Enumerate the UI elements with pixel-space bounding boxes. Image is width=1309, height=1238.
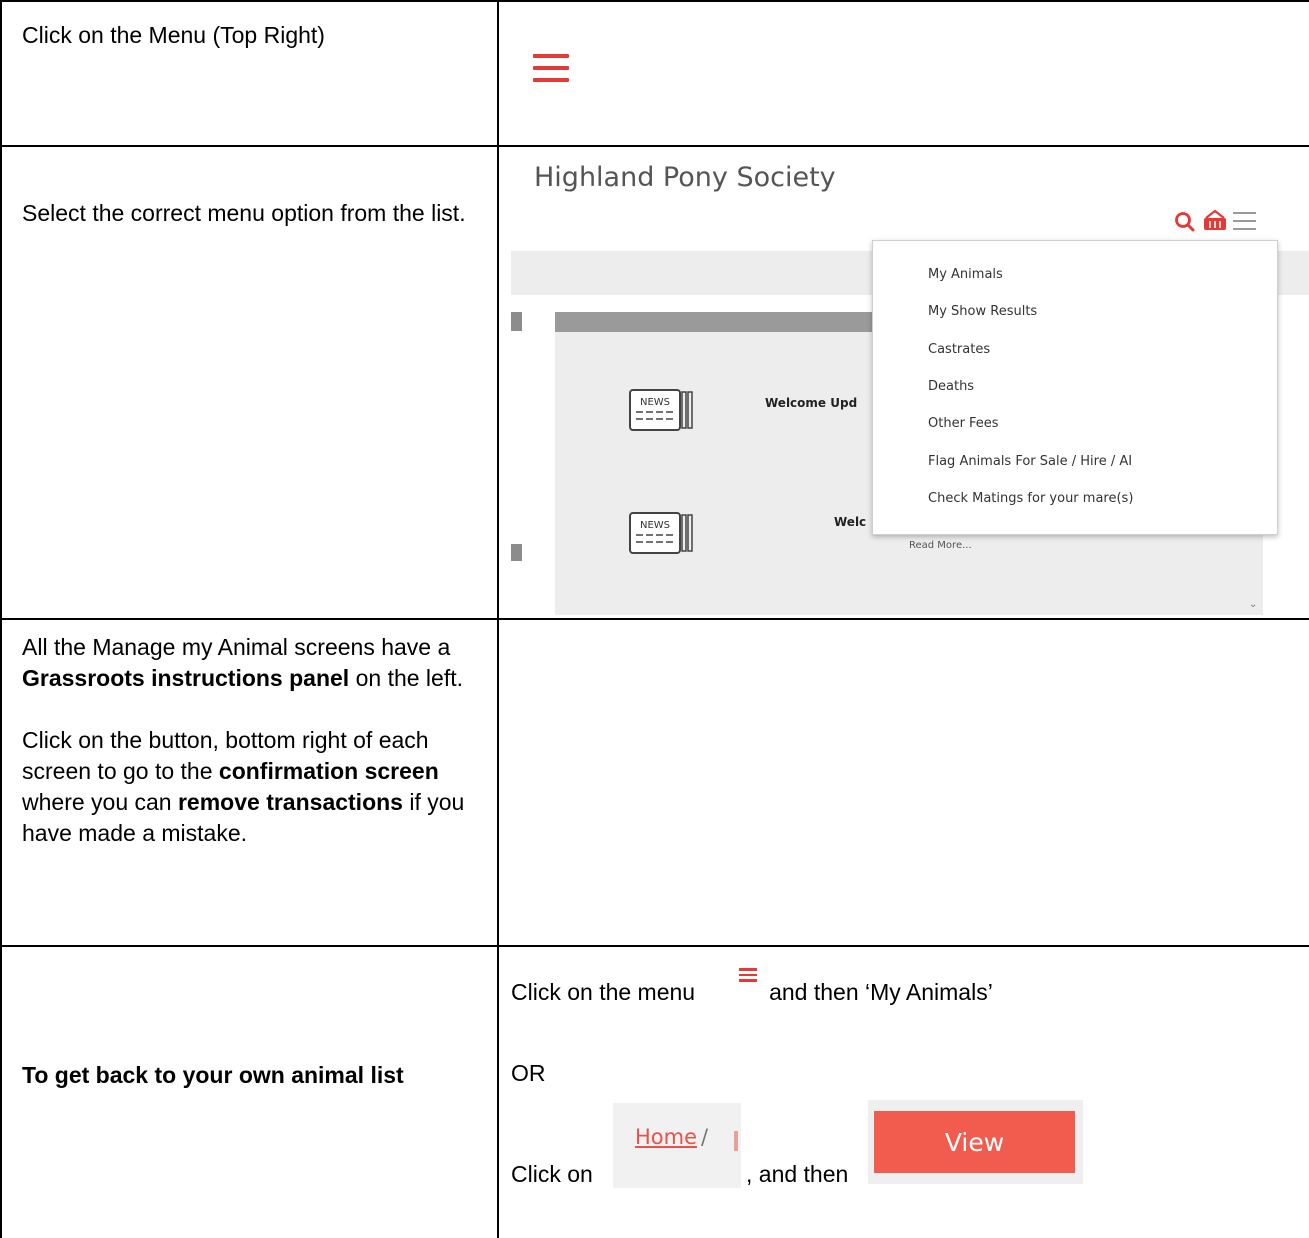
read-more-link[interactable]: Read More... [909,540,972,551]
hamburger-menu-icon[interactable] [533,54,569,82]
grassroots-paragraph: All the Manage my Animal screens have a … [22,634,464,691]
back-to-list-heading: To get back to your own animal list [22,1062,404,1088]
breadcrumb-home-link[interactable]: Home [635,1125,697,1149]
view-button-frame: View [868,1100,1083,1184]
left-panel-fragment [511,544,522,561]
site-title: Highland Pony Society [534,162,836,193]
scroll-down-icon[interactable]: ⌄ [1249,599,1257,610]
confirmation-paragraph: Click on the button, bottom right of eac… [22,727,465,846]
menu-item-deaths[interactable]: Deaths [928,379,974,394]
menu-item-check-matings[interactable]: Check Matings for your mare(s) [928,491,1133,506]
row-divider-1 [0,145,1309,147]
or-text: OR [511,1060,546,1086]
header-icons [1175,209,1256,232]
step-menu-instruction: Click on the Menu (Top Right) [22,22,325,48]
menu-item-my-animals[interactable]: My Animals [928,267,1003,282]
svg-text:NEWS: NEWS [640,397,670,408]
breadcrumb-next-fragment [734,1131,738,1151]
menu-screenshot: Highland Pony Society NEWS Welcome Upd N… [511,151,1309,615]
basket-icon[interactable] [1204,209,1226,230]
and-then-text: , and then [746,1161,849,1187]
svg-text:NEWS: NEWS [640,520,670,531]
row-divider-3 [0,945,1309,947]
menu-dropdown: My Animals My Show Results Castrates Dea… [872,240,1278,535]
news-item-title[interactable]: Welcome Upd [765,396,857,410]
row-divider-2 [0,618,1309,620]
news-icon: NEWS [629,389,693,431]
step-select-instruction: Select the correct menu option from the … [22,200,466,226]
breadcrumb: Home / [613,1103,741,1188]
menu-item-other-fees[interactable]: Other Fees [928,416,999,431]
menu-item-flag-animals[interactable]: Flag Animals For Sale / Hire / AI [928,454,1132,469]
menu-item-castrates[interactable]: Castrates [928,342,990,357]
click-on-text: Click on [511,1161,593,1187]
menu-item-my-show-results[interactable]: My Show Results [928,304,1037,319]
view-button[interactable]: View [874,1111,1075,1173]
news-icon: NEWS [629,512,693,554]
menu-lines-icon[interactable] [1233,212,1256,230]
left-panel-fragment [511,312,522,331]
hamburger-menu-icon [739,968,757,982]
news-item-title[interactable]: Welc [834,515,866,529]
table-border-top [0,0,1309,2]
search-icon[interactable] [1175,212,1195,232]
breadcrumb-separator: / [701,1125,709,1149]
grassroots-info: All the Manage my Animal screens have a … [22,632,482,849]
